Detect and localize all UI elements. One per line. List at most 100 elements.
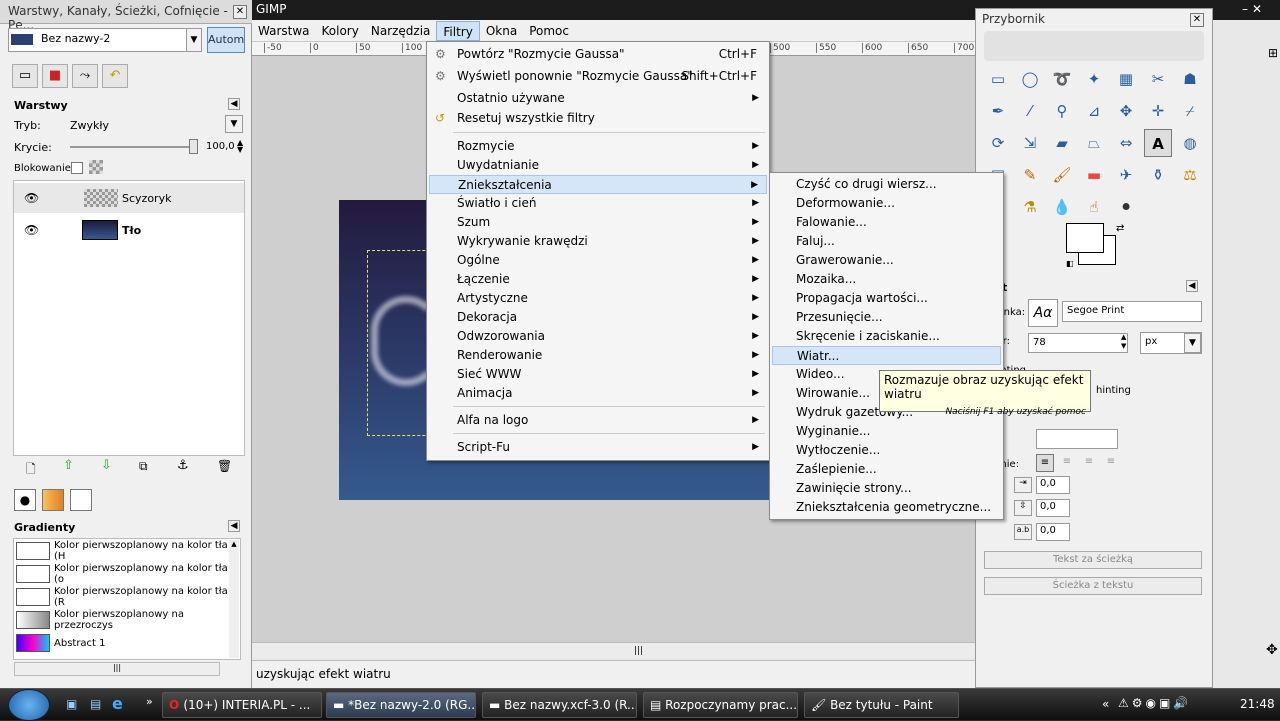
default-colors-icon[interactable]: ◧ <box>1066 259 1074 268</box>
layer-row[interactable]: 👁 Tło <box>14 215 244 245</box>
task-button-gimp-xcf[interactable]: ▬ Bez nazwy.xcf-3.0 (R... <box>482 692 637 718</box>
move-tool-icon[interactable]: ✥ <box>1112 97 1140 125</box>
distort-filter-item[interactable]: Propagacja wartości... <box>772 289 1001 308</box>
clone-tool-icon[interactable]: ⚖ <box>1176 161 1204 189</box>
distort-filter-item[interactable]: Faluj... <box>772 232 1001 251</box>
crop-tool-icon[interactable]: ⌿ <box>1176 97 1204 125</box>
justify-right-icon[interactable]: ≡ <box>1058 454 1076 472</box>
scissors-tool-icon[interactable]: ✂ <box>1144 65 1172 93</box>
size-input[interactable]: 78 <box>1028 333 1128 353</box>
fuzzy-select-tool-icon[interactable]: ✦ <box>1080 65 1108 93</box>
gradient-item[interactable]: Kolor pierwszoplanowy na kolor tła (R <box>16 586 228 608</box>
gradients-hscrollbar[interactable]: ||| <box>14 662 220 676</box>
swap-colors-icon[interactable]: ⇄ <box>1116 223 1124 234</box>
smudge-tool-icon[interactable]: ☝ <box>1080 193 1108 221</box>
rotate-tool-icon[interactable]: ⟳ <box>984 129 1012 157</box>
filter-group-item[interactable]: Artystyczne ▶ <box>429 289 767 308</box>
layer-row[interactable]: 👁 Scyzoryk <box>14 183 244 213</box>
quick-launch-more-icon[interactable]: » <box>146 695 153 708</box>
window-close-button[interactable]: ✕ <box>1252 2 1262 16</box>
distort-filter-item[interactable]: Przesunięcie... <box>772 308 1001 327</box>
eraser-tool-icon[interactable]: ▬ <box>1080 161 1108 189</box>
image-selector-dropdown[interactable]: ▼ <box>186 28 202 52</box>
task-button-word[interactable]: ▤ Rozpoczynamy prac... <box>643 692 798 718</box>
gradients-scrollbar[interactable]: ▲ <box>229 540 239 658</box>
image-selector[interactable]: Bez nazwy-2 <box>8 28 202 52</box>
justify-fill-icon[interactable]: ≡ <box>1102 454 1120 472</box>
raise-layer-icon[interactable]: ⇧ <box>63 458 74 473</box>
panel-menu-icon[interactable]: ◀ <box>228 98 240 110</box>
zoom-icon[interactable]: ⊞ <box>1268 46 1278 60</box>
indent-input[interactable]: 0,0 <box>1036 476 1070 494</box>
distort-filter-item[interactable]: Falowanie... <box>772 213 1001 232</box>
menu-warstwa[interactable]: Warstwa <box>252 21 316 41</box>
dodge-burn-tool-icon[interactable]: ⚫ <box>1112 193 1140 221</box>
distort-filter-item[interactable]: Deformowanie... <box>772 194 1001 213</box>
tab-paths-icon[interactable]: ⤳ <box>72 64 98 88</box>
distort-filter-item[interactable]: Zaślepienie... <box>772 460 1001 479</box>
filter-group-item[interactable]: Światło i cień ▶ <box>429 194 767 213</box>
zoom-tool-icon[interactable]: ⚲ <box>1048 97 1076 125</box>
filter-group-item[interactable]: Animacja ▶ <box>429 384 767 403</box>
opacity-slider-track[interactable] <box>70 146 198 148</box>
paintbrush-tool-icon[interactable]: 🖌 <box>1048 161 1076 189</box>
auto-button[interactable]: Autom <box>207 27 245 53</box>
gradient-item[interactable]: Kolor pierwszoplanowy na kolor tła (H <box>16 540 228 562</box>
recent-filters-item[interactable]: Ostatnio używane ▶ <box>429 89 767 108</box>
fg-bg-colors[interactable]: ⇄ ◧ <box>1066 223 1126 268</box>
anchor-layer-icon[interactable]: ⚓ <box>177 458 189 473</box>
distort-filter-item[interactable]: Wyginanie... <box>772 422 1001 441</box>
distort-filter-item[interactable]: Czyść co drugi wiersz... <box>772 175 1001 194</box>
line-spacing-input[interactable]: 0,0 <box>1036 499 1070 517</box>
gradient-item[interactable]: Kolor pierwszoplanowy na kolor tła (o <box>16 563 228 585</box>
opacity-slider-handle[interactable] <box>189 139 198 154</box>
distort-filter-item[interactable]: Mozaika... <box>772 270 1001 289</box>
text-along-path-button[interactable]: Tekst za ścieżką <box>984 551 1202 569</box>
perspective-clone-tool-icon[interactable]: ⚗ <box>1016 193 1044 221</box>
lock-alpha-icon[interactable] <box>89 160 103 174</box>
task-button-paint[interactable]: 🖌 Bez tytułu - Paint <box>804 692 959 718</box>
window-minimize-button[interactable]: – <box>1242 2 1248 16</box>
text-tool-icon[interactable]: A <box>1144 129 1172 157</box>
visibility-eye-icon[interactable]: 👁 <box>24 191 39 205</box>
start-button[interactable] <box>8 689 50 721</box>
tool-options-menu-icon[interactable]: ◀ <box>1186 280 1198 292</box>
menu-narzedzia[interactable]: Narzędzia <box>365 21 437 41</box>
ellipse-select-tool-icon[interactable]: ◯ <box>1016 65 1044 93</box>
visibility-eye-icon[interactable]: 👁 <box>24 223 39 237</box>
dock-close-button[interactable]: ✕ <box>233 5 247 19</box>
reset-all-filters-item[interactable]: ↺ Resetuj wszystkie filtry <box>429 109 767 128</box>
filter-group-item[interactable]: Renderowanie ▶ <box>429 346 767 365</box>
ink-tool-icon[interactable]: ⚱ <box>1144 161 1172 189</box>
color-select-tool-icon[interactable]: ▦ <box>1112 65 1140 93</box>
quick-launch-icon[interactable]: ▤ <box>90 697 101 711</box>
distort-filter-item[interactable]: Zniekształcenia geometryczne... <box>772 498 1001 517</box>
layer-name[interactable]: Scyzoryk <box>122 192 171 205</box>
justify-left-icon[interactable]: ≡ <box>1036 454 1054 472</box>
font-input[interactable]: Segoe Print <box>1062 301 1202 322</box>
navigate-icon[interactable]: ✥ <box>1266 642 1278 658</box>
filter-group-item[interactable]: Sieć WWW ▶ <box>429 365 767 384</box>
filter-group-item[interactable]: Script-Fu ▶ <box>429 438 767 457</box>
airbrush-tool-icon[interactable]: ✈ <box>1112 161 1140 189</box>
filter-group-item[interactable]: Zniekształcenia ▶ <box>429 175 767 194</box>
filter-group-item[interactable]: Dekoracja ▶ <box>429 308 767 327</box>
perspective-tool-icon[interactable]: ⏢ <box>1080 129 1108 157</box>
gradients-tab-icon[interactable] <box>70 489 92 511</box>
brushes-tab-icon[interactable]: ● <box>14 489 36 511</box>
duplicate-layer-icon[interactable]: ⧉ <box>139 459 148 474</box>
repeat-last-filter-item[interactable]: ⚙ Powtórz "Rozmycie Gaussa" Ctrl+F <box>429 45 767 64</box>
filter-group-item[interactable]: Odwzorowania ▶ <box>429 327 767 346</box>
bucket-fill-tool-icon[interactable]: ◍ <box>1176 129 1204 157</box>
patterns-tab-icon[interactable] <box>42 489 64 511</box>
font-preview-button[interactable]: Aα <box>1028 299 1058 327</box>
layer-name[interactable]: Tło <box>122 224 141 237</box>
color-picker-tool-icon[interactable]: ⁄ <box>1016 97 1044 125</box>
foreground-color-swatch[interactable] <box>1066 223 1104 253</box>
path-from-text-button[interactable]: Ścieżka z tekstu <box>984 577 1202 595</box>
pencil-tool-icon[interactable]: ✎ <box>1016 161 1044 189</box>
text-color-button[interactable] <box>1036 429 1118 449</box>
filter-group-item[interactable]: Łączenie ▶ <box>429 270 767 289</box>
distort-filter-item[interactable]: Zawinięcie strony... <box>772 479 1001 498</box>
ie-icon[interactable]: e <box>112 694 123 713</box>
